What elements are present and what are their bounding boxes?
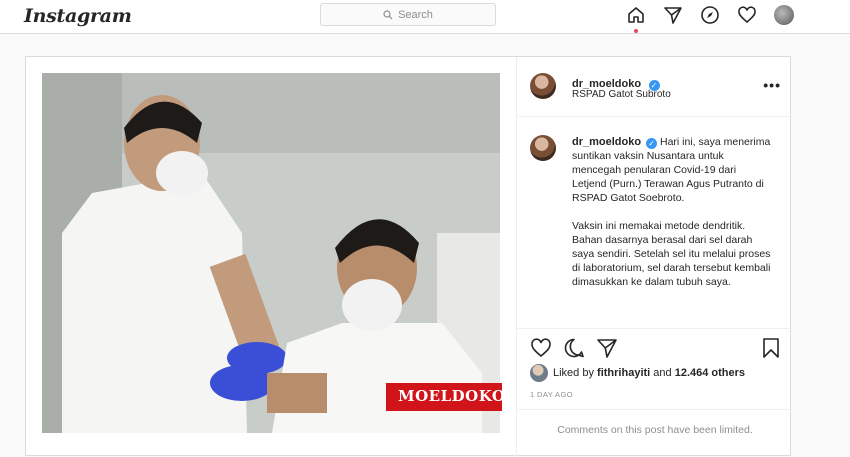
like-heart-icon[interactable] bbox=[530, 337, 552, 359]
caption-username[interactable]: dr_moeldoko bbox=[572, 136, 641, 148]
caption-avatar[interactable] bbox=[530, 135, 556, 161]
verified-badge-icon: ✓ bbox=[646, 138, 658, 149]
caption-text-2: Vaksin ini memakai metode dendritik. Bah… bbox=[572, 220, 771, 288]
likes-summary: Liked by fithrihayiti and 12.464 others bbox=[530, 364, 745, 382]
likes-count[interactable]: 12.464 others bbox=[675, 367, 745, 379]
post-photo bbox=[42, 73, 500, 433]
watermark-text: MOELDOKO bbox=[398, 387, 506, 405]
search-input[interactable]: Search bbox=[320, 3, 496, 26]
search-placeholder: Search bbox=[398, 8, 433, 21]
post-card: MOELDOKO dr_moeldoko ✓ RSPAD Gatot Subro… bbox=[25, 56, 793, 457]
share-icon[interactable] bbox=[596, 337, 618, 359]
comment-icon[interactable] bbox=[563, 337, 585, 359]
home-icon[interactable] bbox=[626, 5, 646, 33]
likes-and: and bbox=[653, 367, 672, 379]
post-header: dr_moeldoko ✓ RSPAD Gatot Subroto ••• bbox=[517, 57, 793, 117]
likes-prefix: Liked by bbox=[553, 367, 594, 379]
post-location[interactable]: RSPAD Gatot Subroto bbox=[572, 89, 671, 100]
direct-icon[interactable] bbox=[663, 5, 683, 25]
more-options-icon[interactable]: ••• bbox=[763, 77, 781, 93]
profile-avatar[interactable] bbox=[774, 5, 794, 25]
post-actions bbox=[517, 328, 793, 358]
activity-heart-icon[interactable] bbox=[737, 5, 757, 25]
top-navigation: Instagram Search bbox=[0, 0, 850, 34]
post-image[interactable] bbox=[42, 73, 500, 433]
author-avatar[interactable] bbox=[530, 73, 556, 99]
instagram-logo[interactable]: Instagram bbox=[24, 5, 132, 27]
nav-icons bbox=[626, 5, 794, 33]
notification-dot bbox=[634, 29, 638, 33]
explore-icon[interactable] bbox=[700, 5, 720, 25]
save-bookmark-icon[interactable] bbox=[760, 337, 782, 359]
post-caption: dr_moeldoko ✓ Hari ini, saya menerima sun… bbox=[572, 135, 772, 303]
liker-avatar[interactable] bbox=[530, 364, 548, 382]
post-timestamp[interactable]: 1 DAY AGO bbox=[530, 390, 573, 399]
liker-username[interactable]: fithrihayiti bbox=[597, 367, 650, 379]
search-icon bbox=[383, 9, 393, 19]
post-sidebar: dr_moeldoko ✓ RSPAD Gatot Subroto ••• dr… bbox=[516, 57, 793, 457]
comments-limited-notice: Comments on this post have been limited. bbox=[517, 409, 793, 449]
